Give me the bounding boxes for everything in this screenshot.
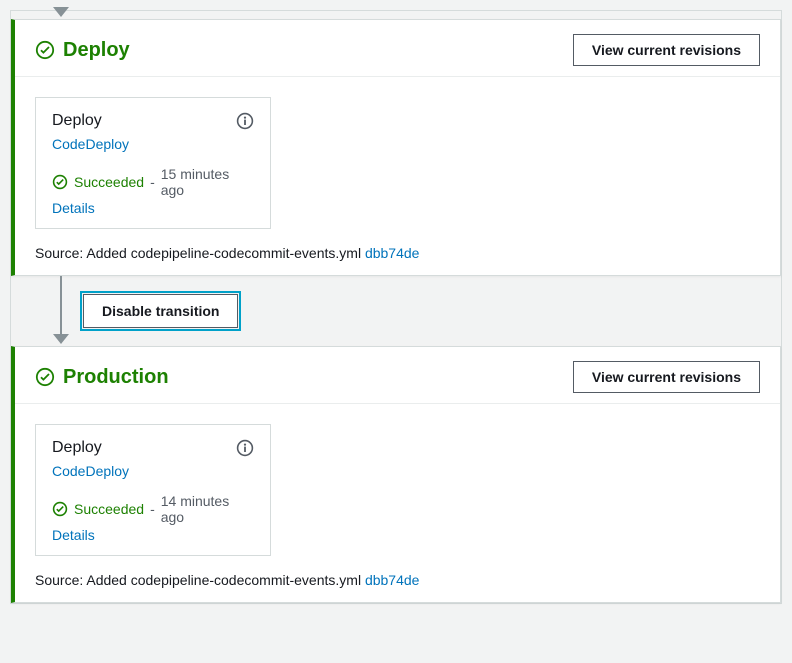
stage-body: Deploy CodeDeploy Succeeded - 15 minutes…: [15, 77, 780, 275]
stage-title: Production: [63, 366, 169, 389]
stage-title-wrap: Production: [35, 366, 169, 389]
transition-arrow-head: [53, 334, 69, 344]
action-title: Deploy: [52, 112, 102, 130]
disable-transition-button[interactable]: Disable transition: [83, 294, 238, 328]
action-header: Deploy: [52, 112, 254, 130]
details-link[interactable]: Details: [52, 200, 254, 216]
stage-header: Deploy View current revisions: [15, 20, 780, 77]
stage-production: Production View current revisions Deploy…: [11, 346, 781, 603]
source-line: Source: Added codepipeline-codecommit-ev…: [35, 245, 760, 261]
action-provider-link[interactable]: CodeDeploy: [52, 136, 254, 152]
status-separator: -: [150, 174, 155, 190]
status-time: 14 minutes ago: [161, 493, 254, 525]
action-card: Deploy CodeDeploy Succeeded - 14 minutes…: [35, 424, 271, 556]
status-text: Succeeded: [74, 174, 144, 190]
details-link[interactable]: Details: [52, 527, 254, 543]
action-card: Deploy CodeDeploy Succeeded - 15 minutes…: [35, 97, 271, 229]
stage-header: Production View current revisions: [15, 347, 780, 404]
info-icon[interactable]: [236, 112, 254, 130]
stage-title: Deploy: [63, 39, 130, 62]
success-icon: [35, 367, 55, 387]
success-icon: [52, 174, 68, 190]
status-time: 15 minutes ago: [161, 166, 254, 198]
incoming-arrow: [11, 11, 781, 19]
transition-arrow-line: [60, 276, 62, 334]
commit-link[interactable]: dbb74de: [365, 572, 420, 588]
status-text: Succeeded: [74, 501, 144, 517]
info-icon[interactable]: [236, 439, 254, 457]
source-text: Source: Added codepipeline-codecommit-ev…: [35, 572, 365, 588]
source-text: Source: Added codepipeline-codecommit-ev…: [35, 245, 365, 261]
commit-link[interactable]: dbb74de: [365, 245, 420, 261]
status-separator: -: [150, 501, 155, 517]
transition-row: Disable transition: [11, 276, 781, 346]
pipeline-container: Deploy View current revisions Deploy Cod…: [10, 10, 782, 604]
action-title: Deploy: [52, 439, 102, 457]
action-status-row: Succeeded - 15 minutes ago: [52, 166, 254, 198]
view-revisions-button[interactable]: View current revisions: [573, 361, 760, 393]
success-icon: [35, 40, 55, 60]
action-status-row: Succeeded - 14 minutes ago: [52, 493, 254, 525]
stage-deploy: Deploy View current revisions Deploy Cod…: [11, 19, 781, 276]
success-icon: [52, 501, 68, 517]
view-revisions-button[interactable]: View current revisions: [573, 34, 760, 66]
stage-title-wrap: Deploy: [35, 39, 130, 62]
stage-body: Deploy CodeDeploy Succeeded - 14 minutes…: [15, 404, 780, 602]
source-line: Source: Added codepipeline-codecommit-ev…: [35, 572, 760, 588]
action-header: Deploy: [52, 439, 254, 457]
action-provider-link[interactable]: CodeDeploy: [52, 463, 254, 479]
